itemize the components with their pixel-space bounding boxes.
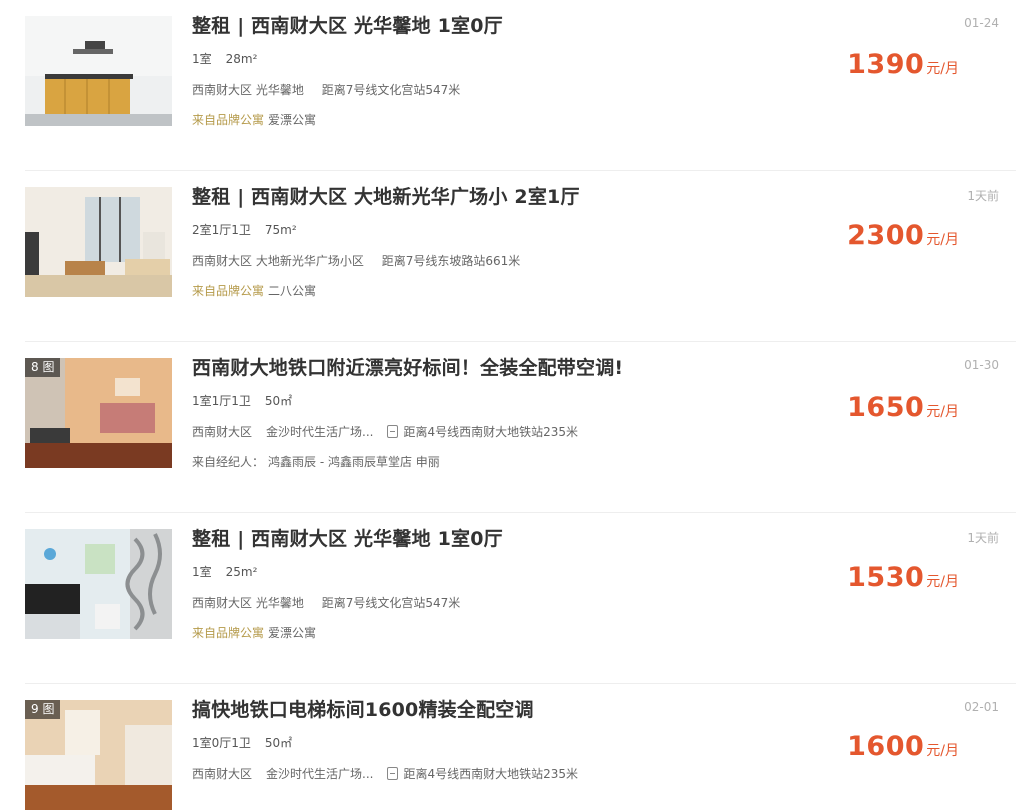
listing-item[interactable]: 8 图 西南财大地铁口附近漂亮好标间！全装全配带空调! 1室1厅1卫 50㎡ 西南…	[0, 342, 1031, 513]
area-name[interactable]: 西南财大区	[192, 767, 252, 781]
subway-distance: 距离4号线西南财大地铁站235米	[403, 767, 579, 781]
area-name[interactable]: 西南财大区	[192, 83, 252, 97]
subway-icon	[387, 425, 399, 438]
listing-specs: 1室0厅1卫 50㎡	[192, 734, 292, 751]
listing-item[interactable]: 9 图 搞快地铁口电梯标间1600精装全配空调 1室0厅1卫 50㎡ 西南财大区金…	[0, 684, 1031, 810]
subway-distance: 距离7号线文化宫站547米	[321, 83, 461, 97]
listing-photo[interactable]	[25, 187, 172, 297]
price-value: 2300	[847, 220, 925, 251]
price-value: 1600	[847, 731, 925, 762]
room-size: 50㎡	[264, 394, 293, 408]
listing-item[interactable]: 整租 | 西南财大区 光华馨地 1室0厅 1室 28m² 西南财大区 光华馨地 距…	[0, 0, 1031, 171]
listing-photo[interactable]: 8 图	[25, 358, 172, 468]
listing-price: 2300 元/月	[847, 220, 959, 251]
listing-location: 西南财大区 光华馨地 距离7号线文化宫站547米	[192, 81, 460, 98]
price-value: 1530	[847, 562, 925, 593]
listing-title[interactable]: 搞快地铁口电梯标间1600精装全配空调	[192, 695, 534, 722]
listing-specs: 1室1厅1卫 50㎡	[192, 392, 292, 409]
price-unit: 元/月	[926, 404, 959, 420]
room-size: 50㎡	[264, 736, 293, 750]
community-name[interactable]: 光华馨地	[256, 596, 304, 610]
community-name[interactable]: 金沙时代生活广场...	[266, 425, 373, 439]
listing-source: 来自经纪人： 鸿鑫雨辰 - 鸿鑫雨辰草堂店 申丽	[192, 453, 440, 470]
area-name[interactable]: 西南财大区	[192, 596, 252, 610]
room-layout: 2室1厅1卫	[192, 223, 251, 237]
listing-item[interactable]: 整租 | 西南财大区 光华馨地 1室0厅 1室 25m² 西南财大区 光华馨地 距…	[0, 513, 1031, 684]
listing-date: 01-30	[964, 358, 999, 372]
listing-location: 西南财大区 金沙时代生活广场... 距离4号线西南财大地铁站235米	[192, 423, 578, 440]
listing-source: 来自品牌公寓 爱漂公寓	[192, 111, 316, 128]
room-size: 28m²	[225, 52, 258, 66]
listing-location: 西南财大区 光华馨地 距离7号线文化宫站547米	[192, 594, 460, 611]
listing-price: 1650 元/月	[847, 392, 959, 423]
room-layout: 1室	[192, 52, 212, 66]
listing-price: 1530 元/月	[847, 562, 959, 593]
listing-date: 01-24	[964, 16, 999, 30]
listing-photo[interactable]	[25, 16, 172, 126]
listing-location: 西南财大区 金沙时代生活广场... 距离4号线西南财大地铁站235米	[192, 765, 578, 782]
listing-title[interactable]: 整租 | 西南财大区 大地新光华广场小 2室1厅	[192, 182, 580, 209]
room-layout: 1室	[192, 565, 212, 579]
listing-title[interactable]: 整租 | 西南财大区 光华馨地 1室0厅	[192, 11, 503, 38]
listing-item[interactable]: 整租 | 西南财大区 大地新光华广场小 2室1厅 2室1厅1卫 75m² 西南财大…	[0, 171, 1031, 342]
subway-distance: 距离7号线文化宫站547米	[321, 596, 461, 610]
room-size: 25m²	[225, 565, 258, 579]
source-label: 来自品牌公寓	[192, 113, 265, 127]
community-name[interactable]: 金沙时代生活广场...	[266, 767, 373, 781]
price-value: 1650	[847, 392, 925, 423]
listing-source: 来自品牌公寓 爱漂公寓	[192, 624, 316, 641]
price-unit: 元/月	[926, 232, 959, 248]
room-layout: 1室0厅1卫	[192, 736, 251, 750]
listing-specs: 1室 28m²	[192, 50, 257, 67]
listing-price: 1390 元/月	[847, 49, 959, 80]
source-name[interactable]: 爱漂公寓	[268, 113, 316, 127]
source-name[interactable]: 鸿鑫雨辰 - 鸿鑫雨辰草堂店 申丽	[268, 455, 440, 469]
listing-source: 来自品牌公寓 二八公寓	[192, 282, 316, 299]
room-size: 75m²	[264, 223, 297, 237]
source-name[interactable]: 爱漂公寓	[268, 626, 316, 640]
area-name[interactable]: 西南财大区	[192, 425, 252, 439]
photo-count-badge: 8 图	[25, 358, 61, 377]
subway-icon	[387, 767, 399, 780]
community-name[interactable]: 大地新光华广场小区	[256, 254, 364, 268]
room-layout: 1室1厅1卫	[192, 394, 251, 408]
photo-count-badge: 9 图	[25, 700, 61, 719]
listing-date: 1天前	[967, 531, 999, 545]
listing-photo[interactable]	[25, 529, 172, 639]
price-value: 1390	[847, 49, 925, 80]
listing-date: 02-01	[964, 700, 999, 714]
listing-title[interactable]: 整租 | 西南财大区 光华馨地 1室0厅	[192, 524, 503, 551]
community-name[interactable]: 光华馨地	[256, 83, 304, 97]
listing-specs: 1室 25m²	[192, 563, 257, 580]
price-unit: 元/月	[926, 61, 959, 77]
price-unit: 元/月	[926, 743, 959, 759]
subway-distance: 距离4号线西南财大地铁站235米	[403, 425, 579, 439]
listing-location: 西南财大区 大地新光华广场小区 距离7号线东坡路站661米	[192, 252, 520, 269]
source-name[interactable]: 二八公寓	[268, 284, 316, 298]
listing-specs: 2室1厅1卫 75m²	[192, 221, 297, 238]
listing-date: 1天前	[967, 189, 999, 203]
listing-photo[interactable]: 9 图	[25, 700, 172, 810]
subway-distance: 距离7号线东坡路站661米	[381, 254, 521, 268]
source-label: 来自经纪人：	[192, 455, 265, 469]
price-unit: 元/月	[926, 574, 959, 590]
area-name[interactable]: 西南财大区	[192, 254, 252, 268]
source-label: 来自品牌公寓	[192, 626, 265, 640]
listing-title[interactable]: 西南财大地铁口附近漂亮好标间！全装全配带空调!	[192, 353, 623, 380]
source-label: 来自品牌公寓	[192, 284, 265, 298]
listing-price: 1600 元/月	[847, 731, 959, 762]
